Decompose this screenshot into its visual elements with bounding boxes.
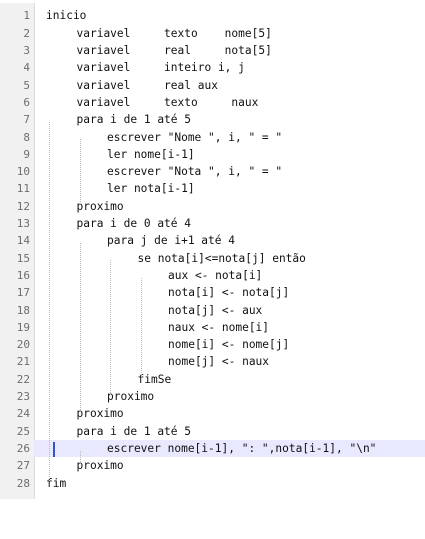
code-line[interactable]: para j de i+1 até 4: [46, 232, 425, 249]
code-line[interactable]: variavel inteiro i, j: [46, 59, 425, 76]
code-line[interactable]: ler nome[i-1]: [46, 146, 425, 163]
code-line[interactable]: variavel real aux: [46, 77, 425, 94]
code-line[interactable]: nota[i] <- nota[j]: [46, 284, 425, 301]
code-line[interactable]: inicio: [46, 7, 425, 24]
code-line[interactable]: aux <- nota[i]: [46, 267, 425, 284]
line-number: 20: [16, 338, 30, 352]
line-number: 24: [16, 407, 30, 421]
code-line[interactable]: naux <- nome[i]: [46, 319, 425, 336]
line-number: 27: [16, 459, 30, 473]
code-line[interactable]: nome[j] <- naux: [46, 353, 425, 370]
line-number-gutter: 1 2 3 4 5 6 7 8 9 10 11 12 13 14 15 16 17 18 19 20 21 22 23 24 2…: [0, 3, 35, 499]
line-number: 22: [16, 372, 30, 386]
line-number: 5: [23, 78, 30, 92]
code-line[interactable]: variavel texto naux: [46, 94, 425, 111]
code-line[interactable]: escrever "Nota ", i, " = ": [46, 163, 425, 180]
line-number: 10: [16, 165, 30, 179]
code-line[interactable]: escrever nome[i-1], ": ",nota[i-1], "\n": [34, 439, 425, 458]
indent-guide: [110, 260, 111, 395]
line-number: 14: [16, 234, 30, 248]
code-line[interactable]: proximo: [46, 388, 425, 405]
line-number: 28: [16, 476, 30, 490]
line-number: 8: [23, 130, 30, 144]
line-number: 19: [16, 320, 30, 334]
code-line[interactable]: nota[j] <- aux: [46, 302, 425, 319]
line-number: 17: [16, 286, 30, 300]
code-editor[interactable]: 1 2 3 4 5 6 7 8 9 10 11 12 13 14 15 16 17 18 19 20 21 22 23 24 2…: [0, 3, 425, 539]
indent-guide: [140, 277, 142, 378]
code-line[interactable]: variavel real nota[5]: [46, 42, 425, 59]
line-number: 13: [16, 217, 30, 230]
line-number: 18: [16, 303, 30, 317]
line-number: 6: [23, 95, 30, 109]
code-line[interactable]: variavel texto nome[5]: [46, 25, 425, 42]
line-number: 2: [23, 26, 30, 40]
code-line[interactable]: fimSe: [46, 371, 425, 388]
line-number: 7: [23, 113, 30, 127]
code-line[interactable]: escrever "Nome ", i, " = ": [46, 129, 425, 146]
line-number: 11: [16, 182, 30, 196]
code-line[interactable]: proximo: [46, 457, 425, 474]
line-number: 1: [23, 9, 30, 23]
line-number: 23: [16, 390, 30, 403]
code-line[interactable]: proximo: [46, 405, 425, 422]
code-area[interactable]: inicio variavel texto nome[5] variavel rea…: [34, 3, 425, 499]
code-line[interactable]: para i de 0 até 4: [46, 215, 425, 232]
line-number: 4: [23, 61, 30, 75]
line-number: 26: [16, 441, 30, 455]
code-line[interactable]: fim: [46, 475, 425, 492]
code-line[interactable]: se nota[i]<=nota[j] então: [46, 250, 425, 267]
indent-guide: [49, 121, 50, 482]
line-number: 12: [16, 199, 30, 213]
line-number: 16: [16, 268, 30, 282]
text-caret: [53, 441, 55, 457]
code-line[interactable]: para i de 1 até 5: [46, 111, 425, 128]
line-number: 21: [16, 355, 30, 369]
code-line[interactable]: nome[i] <- nome[j]: [46, 336, 425, 353]
line-number: 9: [23, 147, 30, 161]
code-line[interactable]: para i de 1 até 5: [46, 423, 425, 440]
indent-guide: [79, 139, 81, 205]
line-number: 15: [16, 251, 30, 265]
code-line[interactable]: proximo: [46, 198, 425, 215]
code-line[interactable]: ler nota[i-1]: [46, 180, 425, 197]
line-number: 25: [16, 424, 30, 438]
indent-guide: [79, 242, 81, 412]
indent-guide: [79, 450, 81, 464]
line-number: 3: [23, 44, 30, 57]
